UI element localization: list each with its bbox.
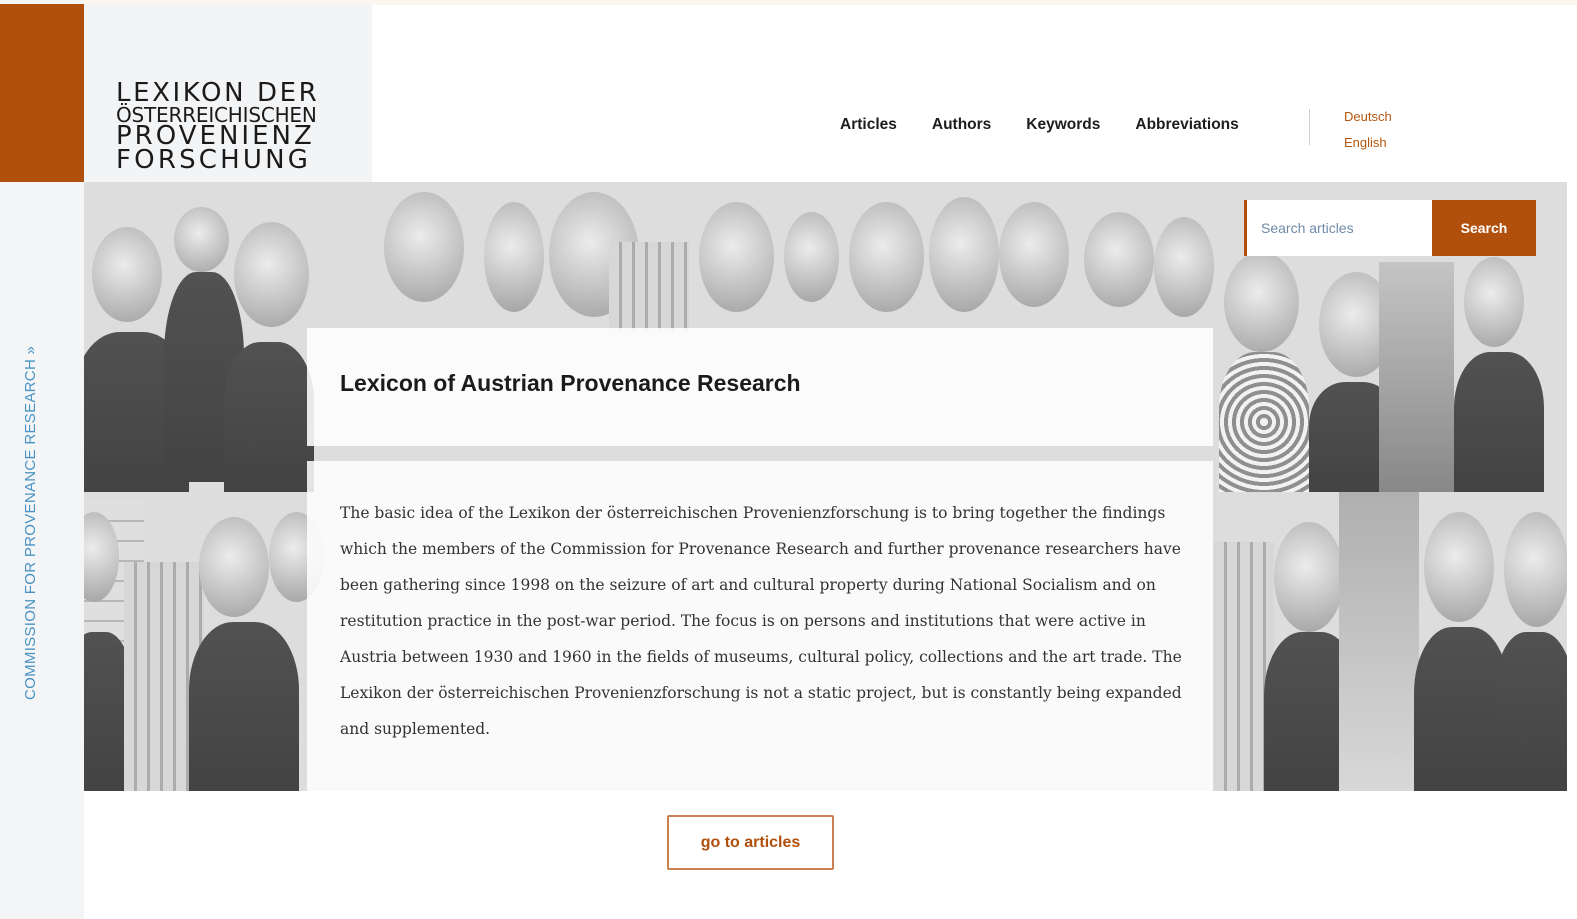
- language-switcher: Deutsch English: [1344, 104, 1392, 156]
- commission-link[interactable]: COMMISSION FOR PROVENANCE RESEARCH »: [22, 280, 44, 700]
- hero-title-card: Lexicon of Austrian Provenance Research: [307, 328, 1213, 446]
- nav-articles[interactable]: Articles: [840, 116, 897, 134]
- logo-line-4: FORSCHUNG: [116, 145, 312, 175]
- search-button[interactable]: Search: [1432, 200, 1536, 256]
- nav-abbreviations[interactable]: Abbreviations: [1135, 116, 1238, 134]
- brand-color-block: [0, 4, 84, 182]
- lang-english[interactable]: English: [1344, 130, 1392, 156]
- nav-keywords[interactable]: Keywords: [1026, 116, 1100, 134]
- site-logo[interactable]: LEXIKON DER ÖSTERREICHISCHEN PROVENIENZ …: [116, 80, 341, 173]
- nav-authors[interactable]: Authors: [932, 116, 991, 134]
- intro-paragraph: The basic idea of the Lexikon der österr…: [340, 504, 1182, 738]
- search-bar: Search: [1244, 200, 1536, 256]
- search-input[interactable]: [1244, 200, 1432, 256]
- hero-text-card: The basic idea of the Lexikon der österr…: [307, 461, 1213, 791]
- nav-divider: [1309, 109, 1310, 145]
- go-to-articles-button[interactable]: go to articles: [667, 815, 834, 870]
- lang-deutsch[interactable]: Deutsch: [1344, 104, 1392, 130]
- main-nav: Articles Authors Keywords Abbreviations: [840, 116, 1274, 134]
- page-title: Lexicon of Austrian Provenance Research: [340, 370, 801, 396]
